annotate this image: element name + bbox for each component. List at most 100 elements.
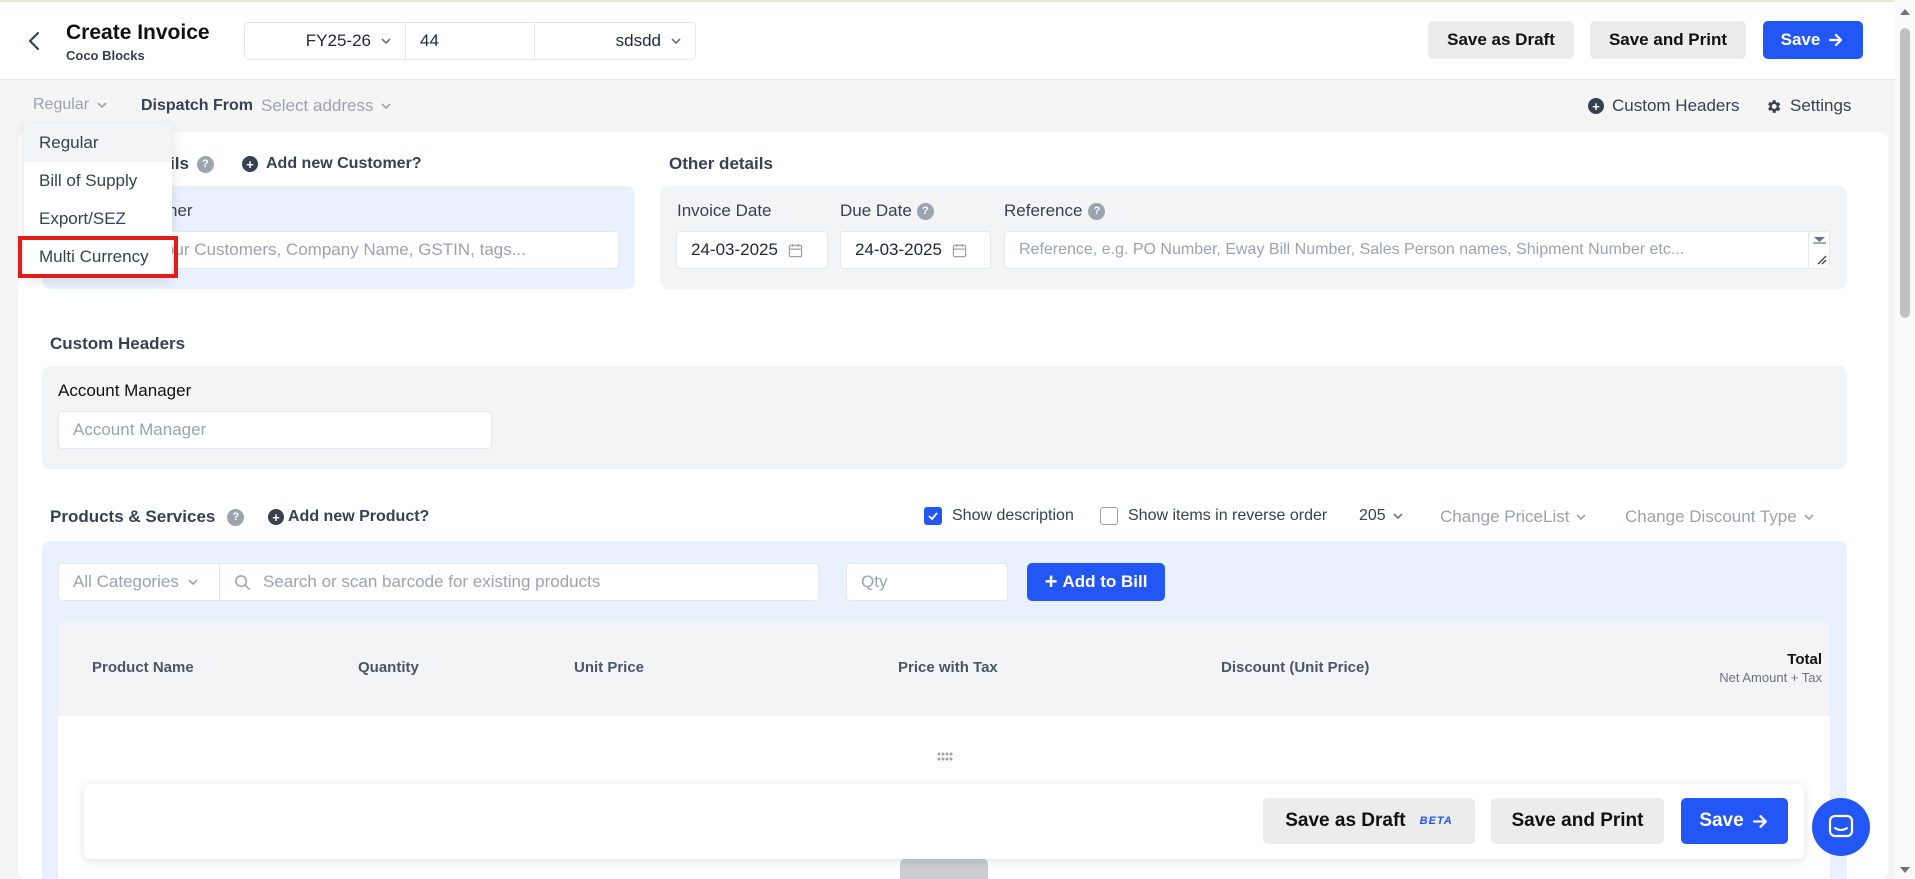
fy-select[interactable]: FY25-26 xyxy=(244,22,406,60)
plus-icon: + xyxy=(1044,569,1058,594)
custom-headers-link[interactable]: + Custom Headers xyxy=(1588,96,1740,116)
help-icon[interactable]: ? xyxy=(227,508,245,526)
dispatch-value: Select address xyxy=(261,96,374,115)
categories-value: All Categories xyxy=(73,572,179,591)
beta-badge: BETA xyxy=(1419,815,1453,827)
help-icon[interactable]: ? xyxy=(1088,202,1106,220)
gear-icon xyxy=(1768,99,1781,113)
chevron-down-icon xyxy=(381,38,391,45)
invoice-date-value: 24-03-2025 xyxy=(691,240,778,259)
save-draft-button[interactable]: Save as Draft xyxy=(1428,21,1574,59)
chat-icon xyxy=(1828,814,1854,838)
footer-save-print-button[interactable]: Save and Print xyxy=(1491,798,1664,844)
product-search-placeholder: Search or scan barcode for existing prod… xyxy=(263,572,601,591)
save-button[interactable]: Save xyxy=(1763,21,1863,59)
other-details-title: Other details xyxy=(669,154,773,173)
scroll-up-icon[interactable] xyxy=(1899,8,1911,16)
checkbox-unchecked-icon[interactable] xyxy=(1100,507,1118,525)
prefix-select[interactable]: sdsdd xyxy=(534,22,696,60)
settings-label: Settings xyxy=(1790,96,1852,115)
prefix-value: sdsdd xyxy=(615,31,661,50)
add-product-link[interactable]: + Add new Product? xyxy=(268,508,429,526)
help-icon[interactable]: ? xyxy=(196,155,214,173)
plus-circle-icon: + xyxy=(268,509,284,525)
due-date-value: 24-03-2025 xyxy=(855,240,942,259)
menu-item-bill-of-supply[interactable]: Bill of Supply xyxy=(24,162,172,200)
fy-value: FY25-26 xyxy=(305,31,371,50)
reference-placeholder: Reference, e.g. PO Number, Eway Bill Num… xyxy=(1019,241,1685,258)
dispatch-from[interactable]: Dispatch From Select address xyxy=(141,96,393,116)
pricelist-number: 205 xyxy=(1359,507,1386,524)
categories-select[interactable]: All Categories xyxy=(58,563,220,601)
product-search-input[interactable]: Search or scan barcode for existing prod… xyxy=(219,563,819,601)
chevron-down-icon xyxy=(1576,514,1587,521)
chevron-down-icon xyxy=(381,103,392,110)
invoice-type-menu: Regular Bill of Supply Export/SEZ Multi … xyxy=(18,124,178,278)
change-discount-select[interactable]: Change Discount Type xyxy=(1625,507,1816,527)
footer-save-label: Save xyxy=(1699,810,1744,831)
top-bar: Create Invoice Coco Blocks FY25-26 44 sd… xyxy=(0,0,1895,80)
account-manager-input[interactable]: Account Manager xyxy=(58,411,492,449)
search-icon xyxy=(235,574,250,590)
scrollbar-thumb[interactable] xyxy=(1900,28,1910,318)
customer-search-placeholder: our Customers, Company Name, GSTIN, tags… xyxy=(165,240,526,259)
customer-search-input[interactable]: our Customers, Company Name, GSTIN, tags… xyxy=(150,231,619,269)
change-discount-label: Change Discount Type xyxy=(1625,507,1797,526)
invoice-number-input[interactable]: 44 xyxy=(405,22,535,60)
col-unit-price: Unit Price xyxy=(574,659,645,676)
drag-handle-icon[interactable] xyxy=(937,752,953,762)
reference-input[interactable]: Reference, e.g. PO Number, Eway Bill Num… xyxy=(1004,231,1830,269)
col-total-title: Total xyxy=(1787,651,1822,668)
footer-save-draft-label: Save as Draft xyxy=(1285,810,1406,831)
footer-save-button[interactable]: Save xyxy=(1681,798,1788,844)
chevron-down-icon xyxy=(97,102,107,109)
col-discount: Discount (Unit Price) xyxy=(1221,659,1370,676)
reverse-order-label: Show items in reverse order xyxy=(1128,507,1328,524)
account-manager-label: Account Manager xyxy=(58,381,192,400)
custom-headers-label: Custom Headers xyxy=(1612,96,1740,115)
add-customer-link[interactable]: + Add new Customer? xyxy=(242,155,422,173)
col-total: Total Net Amount + Tax xyxy=(1680,651,1822,685)
menu-item-regular[interactable]: Regular xyxy=(24,124,172,162)
add-to-bill-button[interactable]: + Add to Bill xyxy=(1027,563,1165,601)
invoice-number-value: 44 xyxy=(420,31,439,50)
back-arrow-icon[interactable] xyxy=(24,30,46,52)
company-name: Coco Blocks xyxy=(66,48,145,63)
invoice-type-select[interactable]: Regular xyxy=(33,96,109,114)
reverse-order-toggle[interactable]: Show items in reverse order xyxy=(1100,507,1327,525)
customer-details-text: ils xyxy=(170,154,189,173)
empty-box-icon xyxy=(900,857,988,879)
add-product-label: Add new Product? xyxy=(288,508,430,525)
chevron-down-icon xyxy=(1804,514,1814,521)
chevron-down-icon xyxy=(1393,513,1403,520)
menu-item-multi-currency[interactable]: Multi Currency xyxy=(18,236,178,278)
invoice-date-input[interactable]: 24-03-2025 xyxy=(676,231,828,269)
account-manager-placeholder: Account Manager xyxy=(73,420,207,439)
menu-item-export-sez[interactable]: Export/SEZ xyxy=(24,200,172,238)
chevron-down-icon xyxy=(188,579,198,586)
due-date-input[interactable]: 24-03-2025 xyxy=(840,231,991,269)
save-label: Save xyxy=(1780,30,1821,49)
qty-placeholder: Qty xyxy=(861,572,888,591)
scroll-down-icon[interactable] xyxy=(1899,866,1911,874)
help-icon[interactable]: ? xyxy=(916,202,934,220)
chat-widget-button[interactable] xyxy=(1812,798,1870,856)
save-print-button[interactable]: Save and Print xyxy=(1590,21,1746,59)
checkbox-checked-icon[interactable] xyxy=(924,507,942,525)
due-date-label-text: Due Date xyxy=(840,201,912,220)
plus-circle-icon: + xyxy=(1588,98,1604,114)
reference-label: Reference ? xyxy=(1004,201,1106,221)
qty-input[interactable]: Qty xyxy=(846,563,1008,601)
show-description-toggle[interactable]: Show description xyxy=(924,507,1074,525)
arrow-right-icon xyxy=(1752,814,1767,828)
change-pricelist-label: Change PriceList xyxy=(1440,507,1570,526)
settings-link[interactable]: Settings xyxy=(1765,96,1851,116)
footer-save-draft-button[interactable]: Save as Draft BETA xyxy=(1263,798,1475,844)
pricelist-number-select[interactable]: 205 xyxy=(1359,507,1405,525)
col-total-subtitle: Net Amount + Tax xyxy=(1719,670,1822,685)
calendar-icon xyxy=(788,243,803,257)
col-product-name: Product Name xyxy=(92,659,194,676)
reference-label-text: Reference xyxy=(1004,201,1083,220)
resize-handle-icon[interactable] xyxy=(1808,232,1829,268)
change-pricelist-select[interactable]: Change PriceList xyxy=(1440,507,1588,527)
